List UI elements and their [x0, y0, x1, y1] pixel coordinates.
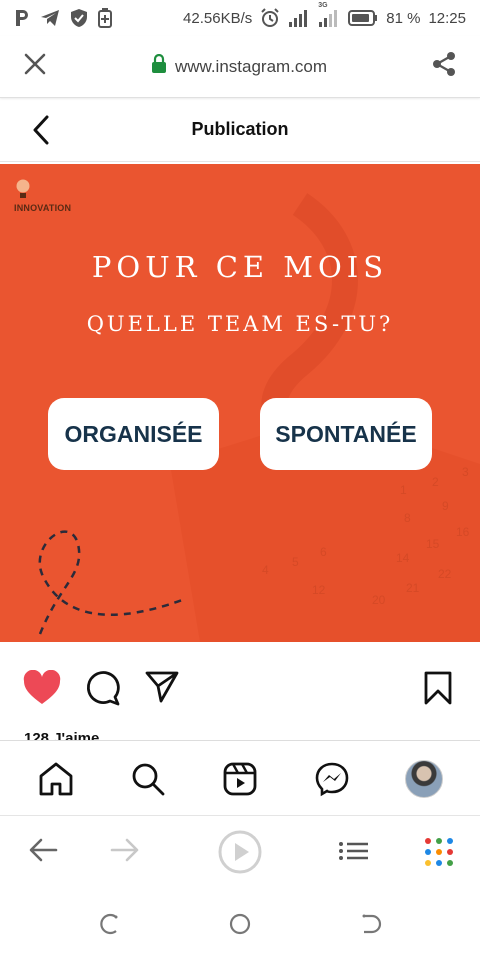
- svg-text:21: 21: [406, 581, 420, 595]
- status-left: [14, 8, 112, 28]
- lock-icon: [151, 53, 167, 79]
- share-icon[interactable]: [430, 50, 458, 83]
- lightbulb-icon: [16, 179, 30, 198]
- svg-text:6: 6: [320, 545, 327, 559]
- clock: 12:25: [428, 9, 466, 27]
- reels-icon[interactable]: [222, 761, 258, 802]
- list-icon[interactable]: [338, 841, 370, 866]
- send-icon[interactable]: [144, 670, 180, 709]
- close-icon[interactable]: [22, 51, 48, 82]
- bottom-navigation: [0, 740, 480, 816]
- shield-icon: [70, 8, 88, 28]
- home-icon[interactable]: [38, 761, 74, 802]
- apps-grid-icon[interactable]: [424, 837, 454, 872]
- svg-text:3: 3: [462, 465, 469, 479]
- brand-logo: INNOVATION: [14, 178, 71, 213]
- svg-text:4: 4: [262, 563, 269, 577]
- svg-text:15: 15: [426, 537, 440, 551]
- brand-name: INNOVATION: [14, 203, 72, 213]
- svg-text:14: 14: [396, 551, 410, 565]
- svg-text:22: 22: [438, 567, 452, 581]
- home-circle-icon[interactable]: [228, 912, 252, 941]
- address-bar[interactable]: www.instagram.com: [151, 53, 328, 79]
- telegram-icon: [40, 9, 60, 27]
- status-bar: 42.56KB/s 3G 81 % 12:25: [0, 0, 480, 36]
- svg-text:5: 5: [292, 555, 299, 569]
- play-icon[interactable]: [217, 829, 263, 880]
- url-text: www.instagram.com: [174, 56, 328, 76]
- svg-text:20: 20: [372, 593, 386, 607]
- battery-percent: 81 %: [386, 9, 421, 27]
- post-image[interactable]: 123 8 9 14 15 16 20 21 22 4 5 6 12 INNOVATION PO…: [0, 164, 480, 642]
- bookmark-icon[interactable]: [422, 670, 454, 711]
- battery-icon: [348, 10, 378, 26]
- messenger-icon[interactable]: [314, 761, 350, 802]
- post-headline: POUR CE MOIS: [91, 250, 389, 284]
- svg-text:9: 9: [442, 499, 449, 513]
- option-organisee: ORGANISÉE: [48, 398, 219, 470]
- post-header: Publication: [0, 98, 480, 162]
- search-icon[interactable]: [130, 761, 166, 802]
- post-subheadline: QUELLE TEAM ES-TU?: [86, 312, 394, 336]
- page-title: Publication: [191, 119, 289, 139]
- comment-icon[interactable]: [84, 670, 122, 711]
- battery-saver-icon: [98, 8, 112, 28]
- svg-text:12: 12: [312, 583, 326, 597]
- heart-icon[interactable]: [22, 669, 62, 711]
- svg-text:16: 16: [456, 525, 470, 539]
- browser-toolbar: www.instagram.com: [0, 36, 480, 98]
- option-spontanee: SPONTANÉE: [260, 398, 432, 470]
- forward-arrow-icon[interactable]: [110, 837, 140, 868]
- parking-icon: [14, 9, 30, 27]
- svg-text:2: 2: [432, 475, 439, 489]
- back-nav-icon[interactable]: [360, 912, 384, 941]
- status-right: 42.56KB/s 3G 81 % 12:25: [183, 2, 466, 28]
- profile-avatar[interactable]: [405, 760, 443, 798]
- svg-text:1: 1: [400, 483, 407, 497]
- network-type: 3G: [318, 2, 328, 9]
- system-navigation: [0, 890, 480, 960]
- signal-icon: [288, 9, 310, 27]
- signal-3g-icon: 3G: [318, 2, 340, 28]
- back-arrow-icon[interactable]: [28, 837, 58, 868]
- browser-navigation: [0, 817, 480, 887]
- svg-text:8: 8: [404, 511, 411, 525]
- post-actions: [0, 664, 480, 712]
- chevron-left-icon[interactable]: [28, 114, 54, 151]
- alarm-icon: [260, 8, 280, 28]
- network-speed: 42.56KB/s: [183, 9, 253, 27]
- recents-icon[interactable]: [96, 912, 120, 941]
